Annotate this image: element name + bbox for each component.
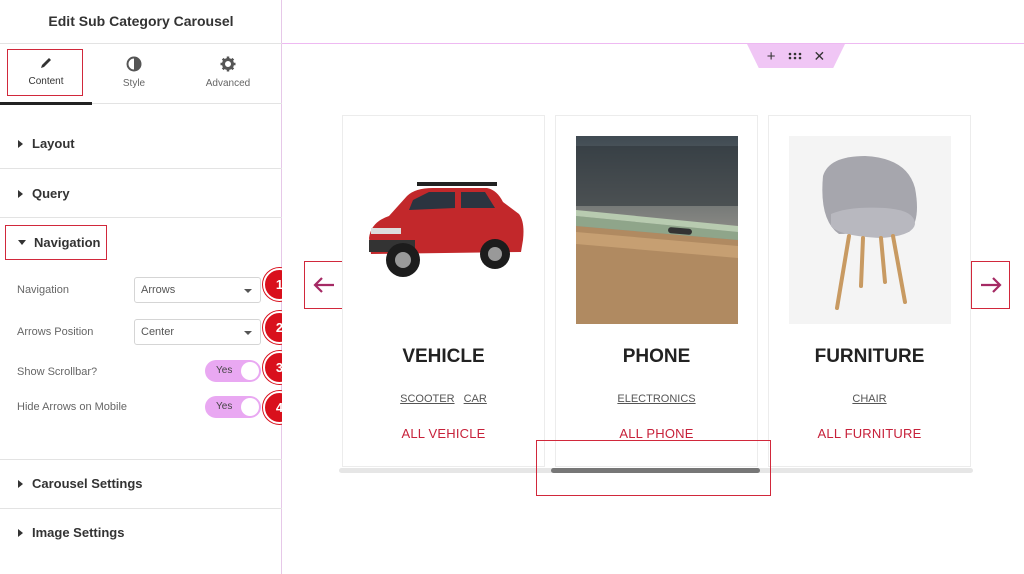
subcategory-link[interactable]: SCOOTER xyxy=(400,393,454,405)
tab-style[interactable]: Style xyxy=(88,44,180,104)
arrows-position-label: Arrows Position xyxy=(17,326,94,338)
section-layout[interactable]: Layout xyxy=(0,104,282,169)
tab-advanced[interactable]: Advanced xyxy=(182,44,274,104)
hide-arrows-toggle[interactable]: Yes xyxy=(205,396,261,418)
gear-icon xyxy=(220,56,236,72)
preview-canvas: + ✕ VEHICLE SCOOTER CAR ALL VEHICLE PHON… xyxy=(282,0,1024,574)
arrows-position-value: Center xyxy=(141,326,175,338)
card-furniture: FURNITURE CHAIR ALL FURNITURE xyxy=(768,115,971,467)
vehicle-image xyxy=(363,136,525,324)
editor-panel: Edit Sub Category Carousel Content Style… xyxy=(0,0,296,574)
arrow-left-icon xyxy=(312,277,334,293)
all-category-link[interactable]: ALL FURNITURE xyxy=(769,426,970,441)
furniture-image xyxy=(789,136,951,324)
toggle-knob xyxy=(241,362,259,380)
section-layout-label: Layout xyxy=(32,136,75,151)
all-category-link[interactable]: ALL PHONE xyxy=(556,426,757,441)
section-carousel-settings[interactable]: Carousel Settings xyxy=(0,460,282,509)
caret-right-icon xyxy=(18,528,23,537)
prev-arrow-button[interactable] xyxy=(304,261,343,309)
card-title: PHONE xyxy=(622,346,691,367)
subcategory-link[interactable]: CHAIR xyxy=(852,393,886,405)
toggle-knob xyxy=(241,398,259,416)
hide-arrows-value: Yes xyxy=(216,401,233,412)
card-subcategories: CHAIR xyxy=(769,393,970,405)
tab-style-label: Style xyxy=(122,78,146,89)
subcategory-link[interactable]: CAR xyxy=(464,393,487,405)
show-scrollbar-label: Show Scrollbar? xyxy=(17,366,98,378)
card-vehicle: VEHICLE SCOOTER CAR ALL VEHICLE xyxy=(342,115,545,467)
caret-right-icon xyxy=(18,479,23,488)
contrast-icon xyxy=(126,56,142,72)
card-title: VEHICLE xyxy=(402,346,485,367)
phone-image xyxy=(576,136,738,324)
all-category-link[interactable]: ALL VEHICLE xyxy=(343,426,544,441)
hide-arrows-label: Hide Arrows on Mobile xyxy=(17,401,128,413)
tab-advanced-label: Advanced xyxy=(205,78,251,89)
arrow-right-icon xyxy=(980,277,1002,293)
section-carousel-settings-label: Carousel Settings xyxy=(32,476,143,491)
navigation-label: Navigation xyxy=(17,284,69,296)
section-query-label: Query xyxy=(32,186,70,201)
section-border xyxy=(282,43,1024,44)
caret-right-icon xyxy=(18,139,23,148)
app-root: Edit Sub Category Carousel Content Style… xyxy=(0,0,1024,574)
subcategory-link[interactable]: ELECTRONICS xyxy=(617,393,695,405)
drag-icon[interactable] xyxy=(788,52,802,60)
section-image-settings-label: Image Settings xyxy=(32,525,125,540)
arrows-position-select[interactable]: Center xyxy=(134,319,261,345)
navigation-select-value: Arrows xyxy=(141,284,176,296)
close-icon[interactable]: ✕ xyxy=(814,48,826,65)
card-subcategories: ELECTRONICS xyxy=(556,393,757,405)
caret-right-icon xyxy=(18,189,23,198)
navigation-highlight xyxy=(5,225,107,260)
navigation-select[interactable]: Arrows xyxy=(134,277,261,303)
card-subcategories: SCOOTER CAR xyxy=(343,393,544,405)
plus-icon[interactable]: + xyxy=(767,48,776,65)
chevron-down-icon xyxy=(244,331,252,335)
show-scrollbar-toggle[interactable]: Yes xyxy=(205,360,261,382)
panel-title: Edit Sub Category Carousel xyxy=(0,0,282,44)
card-title: FURNITURE xyxy=(814,346,925,367)
section-query[interactable]: Query xyxy=(0,169,282,218)
chevron-down-icon xyxy=(244,289,252,293)
section-handle[interactable]: + ✕ xyxy=(747,44,845,68)
show-scrollbar-value: Yes xyxy=(216,365,233,376)
next-arrow-button[interactable] xyxy=(971,261,1010,309)
section-image-settings[interactable]: Image Settings xyxy=(0,509,282,558)
card-phone: PHONE ELECTRONICS ALL PHONE xyxy=(555,115,758,467)
scrollbar-highlight xyxy=(536,440,771,496)
content-tab-highlight xyxy=(7,49,83,96)
